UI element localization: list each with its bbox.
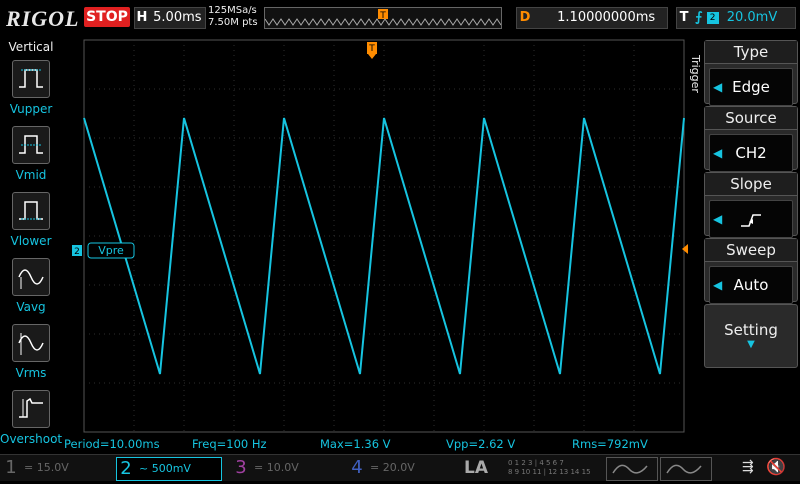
rising-edge-icon (741, 213, 761, 227)
trigger-sweep-value: Auto (733, 276, 769, 294)
ch3-status[interactable]: 3 = 10.0V (232, 457, 344, 479)
vlower-label: Vlower (10, 234, 52, 248)
measure-overshoot-button[interactable]: Overshoot (0, 390, 62, 454)
vavg-icon (12, 258, 50, 296)
trigger-source-softkey[interactable]: Source ◀ CH2 (704, 106, 798, 172)
measurement-period: Period=10.00ms (64, 437, 160, 451)
horizontal-prefix: H (136, 10, 148, 25)
overshoot-icon (12, 390, 50, 428)
knob-select-icon: ◀ (713, 80, 723, 94)
vupper-label: Vupper (9, 102, 53, 116)
ch3-number: 3 (235, 457, 247, 478)
measure-vupper-button[interactable]: Vupper (0, 60, 62, 124)
sample-rate: 125MSa/s (208, 5, 257, 16)
trigger-source-title: Source (705, 107, 797, 130)
ch4-status[interactable]: 4 = 20.0V (348, 457, 460, 479)
knob-select-icon: ◀ (713, 212, 723, 226)
sine-wave-icon (666, 464, 702, 474)
waveform-display[interactable]: T 2 Vpre (72, 36, 688, 436)
trigger-type-title: Type (705, 41, 797, 64)
trigger-channel-badge: 2 (706, 11, 719, 24)
trigger-type-value: Edge (732, 78, 770, 96)
memory-overview: T (264, 9, 502, 26)
vpre-cursor-label: Vpre (98, 244, 124, 257)
vrms-label: Vrms (15, 366, 47, 380)
speaker-mute-icon[interactable]: 🔇 (766, 457, 786, 476)
logic-analyzer-status[interactable]: LA 0 1 2 3 | 4 5 6 7 8 9 10 11 | 12 13 1… (462, 457, 602, 479)
trigger-setting-softkey[interactable]: Setting ▼ (704, 304, 798, 368)
vupper-icon (12, 60, 50, 98)
ch2-status[interactable]: 2 ~ 500mV (116, 457, 222, 481)
measure-vmid-button[interactable]: Vmid (0, 126, 62, 190)
ch4-number: 4 (351, 457, 363, 478)
ch2-scale: ~ 500mV (139, 462, 191, 475)
trigger-readout[interactable]: T ⨍ 2 20.0mV (676, 7, 796, 29)
acquisition-info: 125MSa/s 7.50M pts (208, 5, 258, 29)
trigger-slope-icon: ⨍ (695, 10, 703, 25)
trigger-level: 20.0mV (726, 10, 778, 25)
vmid-icon (12, 126, 50, 164)
run-stop-indicator[interactable]: STOP (84, 7, 130, 27)
delay-readout[interactable]: D 1.10000000ms (516, 7, 668, 29)
usb-icon: ⇶ (742, 459, 754, 475)
measure-vavg-button[interactable]: Vavg (0, 258, 62, 322)
measurement-vpp: Vpp=2.62 V (446, 437, 516, 451)
trigger-menu-title: Trigger (689, 55, 702, 93)
channel-status-bar: 1 = 15.0V 2 ~ 500mV 3 = 10.0V 4 = 20.0V … (0, 454, 800, 481)
vmid-label: Vmid (15, 168, 47, 182)
delay-value: 1.10000000ms (557, 10, 656, 25)
trigger-sweep-value-box: ◀ Auto (709, 266, 793, 304)
measurement-rms: Rms=792mV (572, 437, 648, 451)
source1-status[interactable] (606, 457, 658, 481)
measure-menu-title: Vertical (8, 40, 54, 54)
trigger-slope-value-box: ◀ (709, 200, 793, 238)
ch1-status[interactable]: 1 = 15.0V (2, 457, 114, 479)
timebase-readout[interactable]: H 5.00ms (134, 7, 206, 29)
chevron-down-icon: ▼ (747, 339, 755, 350)
la-bit-groups: 0 1 2 3 | 4 5 6 7 8 9 10 11 | 12 13 14 1… (508, 459, 591, 476)
measure-vrms-button[interactable]: Vrms (0, 324, 62, 388)
ch3-scale: = 10.0V (254, 461, 299, 474)
vavg-label: Vavg (16, 300, 46, 314)
brand-logo: RIGOL (6, 6, 80, 31)
ch4-scale: = 20.0V (370, 461, 415, 474)
trigger-slope-title: Slope (705, 173, 797, 196)
sine-wave-icon (612, 464, 648, 474)
knob-select-icon: ◀ (713, 146, 723, 160)
trigger-setting-label: Setting (724, 321, 778, 339)
ch1-number: 1 (5, 457, 17, 478)
overshoot-label: Overshoot (0, 432, 63, 446)
trigger-type-softkey[interactable]: Type ◀ Edge (704, 40, 798, 106)
trigger-sweep-title: Sweep (705, 239, 797, 262)
ch2-offset-marker: 2 (74, 247, 80, 257)
timebase-value: 5.00ms (153, 10, 202, 25)
measurement-results: Period=10.00ms Freq=100 Hz Max=1.36 V Vp… (64, 437, 688, 453)
ch2-number: 2 (120, 458, 132, 479)
measurement-max: Max=1.36 V (320, 437, 391, 451)
measurement-freq: Freq=100 Hz (192, 437, 267, 451)
trigger-type-value-box: ◀ Edge (709, 68, 793, 106)
knob-select-icon: ◀ (713, 278, 723, 292)
la-label: LA (464, 458, 488, 478)
trigger-sweep-softkey[interactable]: Sweep ◀ Auto (704, 238, 798, 304)
ch1-scale: = 15.0V (24, 461, 69, 474)
delay-prefix: D (519, 10, 531, 25)
vrms-icon (12, 324, 50, 362)
graticule: T 2 Vpre (72, 39, 688, 433)
memory-depth: 7.50M pts (208, 17, 258, 28)
trigger-source-value-box: ◀ CH2 (709, 134, 793, 172)
source2-status[interactable] (660, 457, 712, 481)
memory-position-bar[interactable]: T (264, 7, 502, 29)
memory-trigger-marker: T (379, 11, 386, 21)
trigger-prefix: T (679, 10, 689, 25)
vlower-icon (12, 192, 50, 230)
trigger-slope-softkey[interactable]: Slope ◀ (704, 172, 798, 238)
measure-vlower-button[interactable]: Vlower (0, 192, 62, 256)
trigger-source-value: CH2 (735, 144, 767, 162)
trigger-position-marker: T (368, 44, 375, 54)
